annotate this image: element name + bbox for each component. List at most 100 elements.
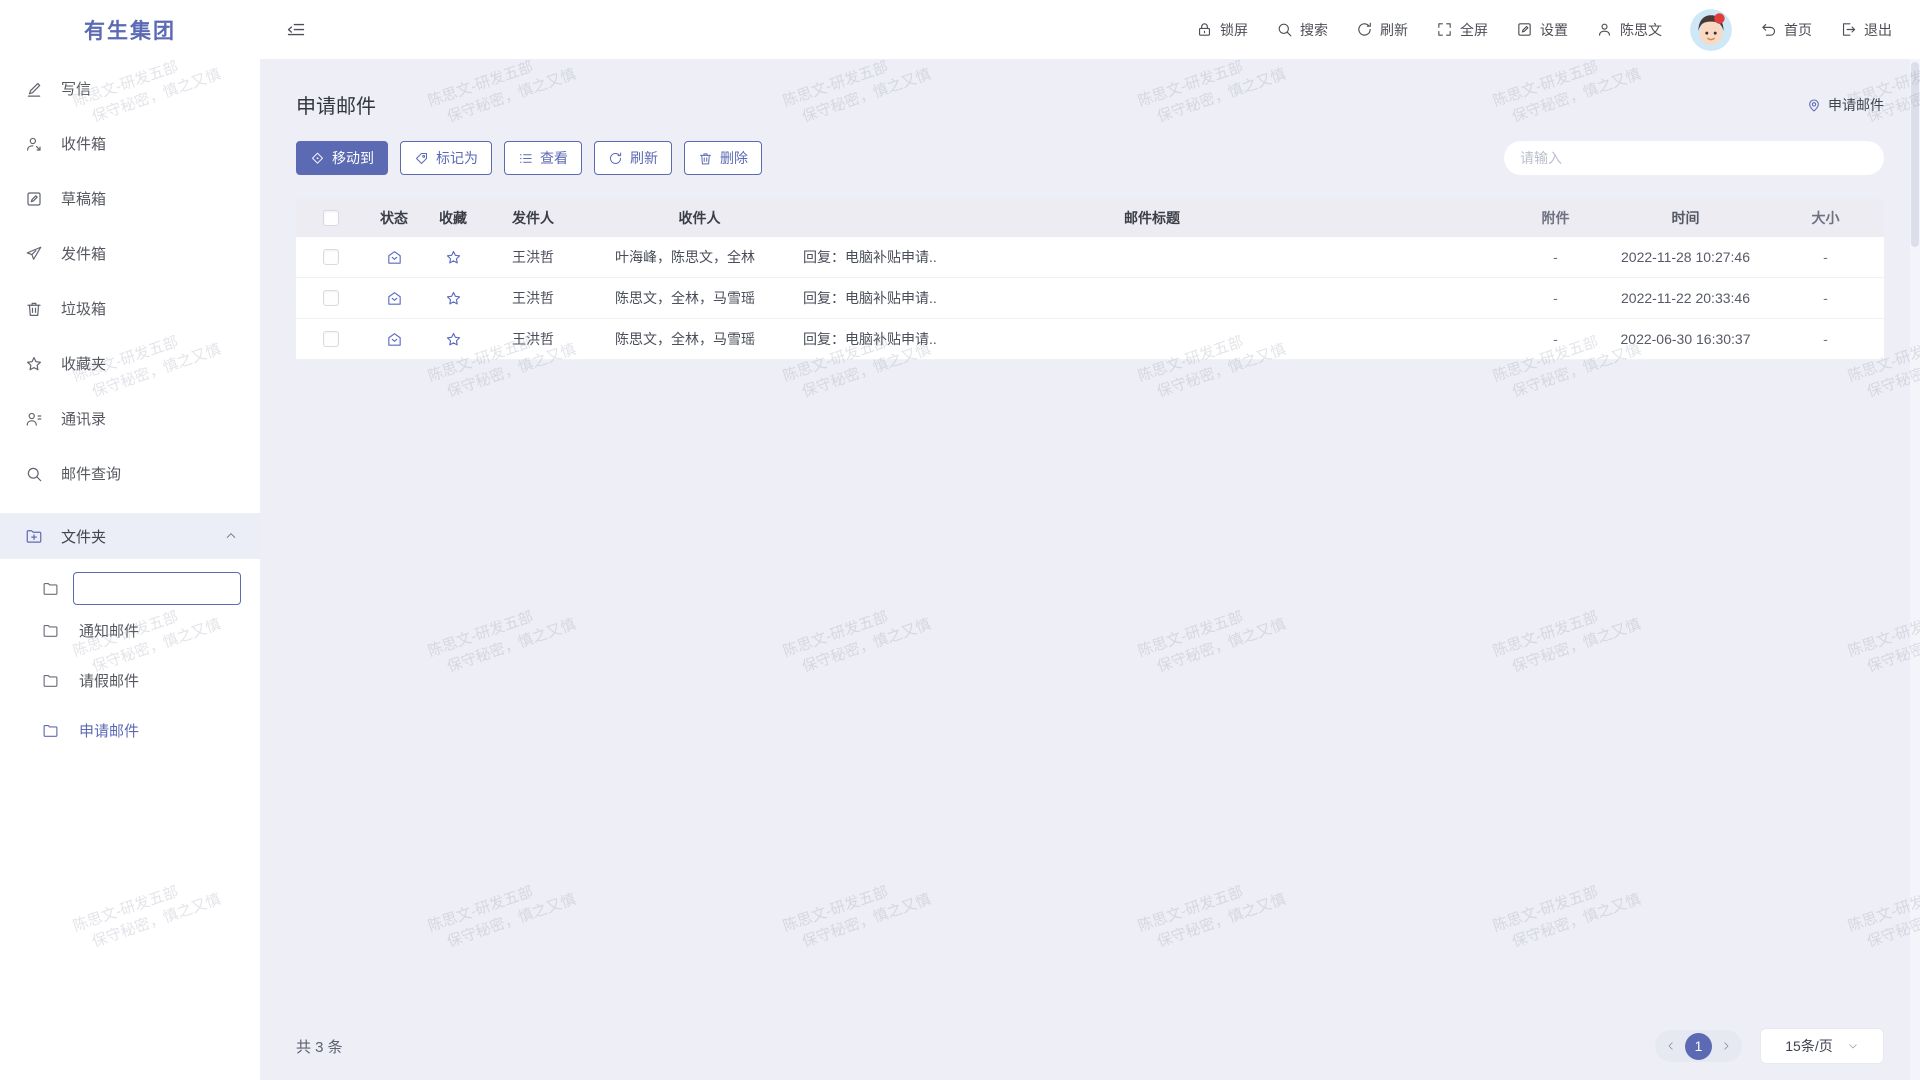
main-content: 申请邮件 申请邮件 移动到标记为查看刷新删除 状态收藏发件人收件人邮件标题附件时… (260, 59, 1920, 1080)
button-label: 删除 (720, 148, 748, 168)
sidebar-menu: 写信收件箱草稿箱发件箱垃圾箱收藏夹通讯录邮件查询 (0, 59, 260, 501)
button-label: 查看 (540, 148, 568, 168)
star-icon[interactable] (445, 290, 462, 307)
mail-open-icon (386, 290, 403, 307)
sidebar-item-mail-search[interactable]: 邮件查询 (0, 446, 260, 501)
col-header-sender: 发件人 (484, 199, 602, 237)
button-label: 刷新 (630, 148, 658, 168)
sidebar-item-folders[interactable]: 文件夹 (0, 513, 260, 559)
sidebar-item-contacts[interactable]: 通讯录 (0, 391, 260, 446)
contacts-icon (25, 410, 43, 428)
mark-as-button[interactable]: 标记为 (400, 141, 492, 175)
sidebar-collapse-button[interactable] (286, 20, 306, 40)
mail-sender: 王洪哲 (484, 319, 602, 359)
cell-status (366, 319, 422, 359)
sidebar-item-compose[interactable]: 写信 (0, 61, 260, 116)
delete-button[interactable]: 删除 (684, 141, 762, 175)
col-header-attach: 附件 (1507, 199, 1604, 237)
folder-item-apply[interactable]: 申请邮件 (0, 705, 260, 755)
search-input[interactable] (1504, 141, 1884, 175)
cell-select (296, 319, 366, 359)
sidebar-item-inbox[interactable]: 收件箱 (0, 116, 260, 171)
topbar-item-search[interactable]: 搜索 (1276, 20, 1328, 40)
select-all-checkbox[interactable] (323, 210, 339, 226)
view-button[interactable]: 查看 (504, 141, 582, 175)
star-icon[interactable] (445, 249, 462, 266)
topbar-item-settings[interactable]: 设置 (1516, 20, 1568, 40)
folder-plus-icon (25, 527, 43, 545)
sidebar-item-sent[interactable]: 发件箱 (0, 226, 260, 281)
scrollbar-thumb[interactable] (1911, 62, 1919, 247)
move-to-button[interactable]: 移动到 (296, 141, 388, 175)
view-list-icon (518, 151, 533, 166)
mail-table: 状态收藏发件人收件人邮件标题附件时间大小 王洪哲 叶海峰，陈思文，全林 回复：电… (296, 199, 1884, 360)
footer-row: 共 3 条 1 15条/页 (296, 1028, 1884, 1064)
folder-item-leave[interactable]: 请假邮件 (0, 655, 260, 705)
cell-select (296, 237, 366, 277)
current-page-button[interactable]: 1 (1685, 1033, 1712, 1060)
folders-section-label: 文件夹 (61, 526, 106, 547)
topbar-item-label: 退出 (1864, 20, 1892, 40)
location-pin-icon (1806, 97, 1822, 113)
sidebar-item-favorites[interactable]: 收藏夹 (0, 336, 260, 391)
row-checkbox[interactable] (323, 331, 339, 347)
mail-subject: 回复：电脑补贴申请.. (797, 319, 1507, 359)
breadcrumb-label: 申请邮件 (1828, 95, 1884, 115)
row-checkbox[interactable] (323, 290, 339, 306)
action-row: 移动到 标记为 查看 刷新 删除 (296, 141, 1884, 175)
search-icon (25, 465, 43, 483)
mail-row[interactable]: 王洪哲 陈思文，全林，马雪瑶 回复：电脑补贴申请.. - 2022-11-22 … (296, 278, 1884, 319)
mail-size: - (1767, 237, 1884, 277)
refresh-button[interactable]: 刷新 (594, 141, 672, 175)
cell-select (296, 278, 366, 318)
sidebar-item-trash[interactable]: 垃圾箱 (0, 281, 260, 336)
folder-list: 通知邮件请假邮件申请邮件 (0, 605, 260, 755)
sidebar: 有生集团 写信收件箱草稿箱发件箱垃圾箱收藏夹通讯录邮件查询 文件夹 通知邮件请假… (0, 0, 260, 1080)
table-body: 王洪哲 叶海峰，陈思文，全林 回复：电脑补贴申请.. - 2022-11-28 … (296, 237, 1884, 360)
mail-row[interactable]: 王洪哲 陈思文，全林，马雪瑶 回复：电脑补贴申请.. - 2022-06-30 … (296, 319, 1884, 360)
new-folder-input[interactable] (73, 572, 241, 605)
row-checkbox[interactable] (323, 249, 339, 265)
pencil-icon (25, 80, 43, 98)
topbar-item-lock-screen[interactable]: 锁屏 (1196, 20, 1248, 40)
page-size-value: 15条/页 (1785, 1036, 1832, 1056)
scrollbar[interactable] (1910, 59, 1920, 1080)
sidebar-item-drafts[interactable]: 草稿箱 (0, 171, 260, 226)
mail-row[interactable]: 王洪哲 叶海峰，陈思文，全林 回复：电脑补贴申请.. - 2022-11-28 … (296, 237, 1884, 278)
trash-icon (25, 300, 43, 318)
topbar-item-home[interactable]: 首页 (1760, 20, 1812, 40)
topbar-item-label: 全屏 (1460, 20, 1488, 40)
chevron-down-icon (1847, 1040, 1859, 1052)
mail-recipients: 陈思文，全林，马雪瑶 (602, 319, 797, 359)
mail-size: - (1767, 319, 1884, 359)
user-avatar[interactable] (1690, 9, 1732, 51)
table-header-row: 状态收藏发件人收件人邮件标题附件时间大小 (296, 199, 1884, 237)
sidebar-item-label: 邮件查询 (61, 463, 121, 484)
topbar-item-refresh[interactable]: 刷新 (1356, 20, 1408, 40)
button-label: 移动到 (332, 148, 374, 168)
mail-sender: 王洪哲 (484, 237, 602, 277)
cell-fav (422, 278, 484, 318)
star-icon[interactable] (445, 331, 462, 348)
cell-status (366, 278, 422, 318)
sidebar-item-label: 发件箱 (61, 243, 106, 264)
sidebar-item-label: 草稿箱 (61, 188, 106, 209)
edit-square-icon (1516, 21, 1533, 38)
person-icon (1596, 21, 1613, 38)
trash-icon (698, 151, 713, 166)
topbar-item-label: 锁屏 (1220, 20, 1248, 40)
topbar-item-label: 首页 (1784, 20, 1812, 40)
prev-page-button[interactable] (1665, 1040, 1677, 1052)
chevron-up-icon[interactable] (224, 529, 238, 543)
col-header-time: 时间 (1604, 199, 1767, 237)
topbar-item-label: 陈思文 (1620, 20, 1662, 40)
mail-recipients: 叶海峰，陈思文，全林 (602, 237, 797, 277)
topbar-item-user[interactable]: 陈思文 (1596, 20, 1662, 40)
page-size-select[interactable]: 15条/页 (1760, 1028, 1884, 1064)
folder-item-notice[interactable]: 通知邮件 (0, 605, 260, 655)
next-page-button[interactable] (1720, 1040, 1732, 1052)
topbar-item-fullscreen[interactable]: 全屏 (1436, 20, 1488, 40)
topbar-item-logout[interactable]: 退出 (1840, 20, 1892, 40)
pagination-group: 1 15条/页 (1655, 1028, 1884, 1064)
cell-fav (422, 319, 484, 359)
